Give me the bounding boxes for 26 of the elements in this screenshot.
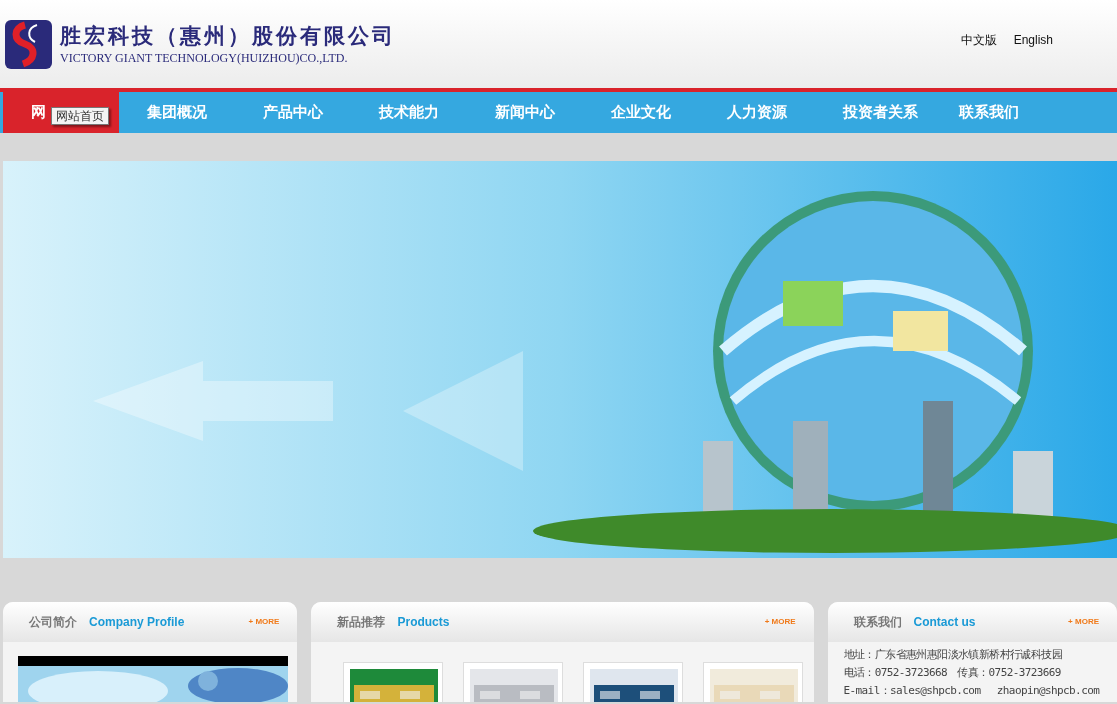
tooltip: 网站首页 [51, 107, 109, 125]
panel-title-english: Contact us [913, 614, 976, 631]
nav-tab[interactable]: 投资者关系 [815, 92, 931, 133]
panel-title-english: Products [397, 614, 450, 631]
panel-title: 新品推荐 [337, 614, 386, 631]
language-link[interactable]: English [1013, 31, 1053, 49]
more-link[interactable]: + MORE [764, 616, 796, 628]
company-name-english: VICTORY GIANT TECHNOLOGY(HUIZHOU)CO.,LTD. [60, 50, 349, 66]
nav-tab[interactable]: 集团概况 [119, 92, 235, 133]
panel-title: 公司简介 [29, 614, 77, 631]
nav-tab[interactable]: 企业文化 [583, 92, 699, 133]
language-link[interactable]: 中文版 [960, 31, 997, 49]
nav-tab[interactable]: 新闻中心 [467, 92, 583, 133]
panel-title-english: Company Profile [89, 614, 185, 631]
logo-icon [5, 19, 52, 69]
more-link[interactable]: + MORE [1068, 616, 1099, 628]
contact-line: E-mail：sales@shpcb.com zhaopin@shpcb.com [843, 683, 1101, 699]
panel-title: 联系我们 [853, 614, 902, 631]
nav-tab[interactable]: 联系我们 [931, 92, 1047, 133]
nav-tab[interactable]: 技术能力 [351, 92, 467, 133]
contact-line: 电话：0752-3723668 传真：0752-3723669 [843, 665, 1062, 681]
more-link[interactable]: + MORE [248, 616, 280, 628]
nav-tab[interactable]: 人力资源 [699, 92, 815, 133]
contact-line: 地址：广东省惠州惠阳淡水镇新桥村行诚科技园 [843, 647, 1063, 663]
nav-tab[interactable]: 产品中心 [235, 92, 351, 133]
company-name: 胜宏科技（惠州）股份有限公司 [60, 22, 396, 50]
